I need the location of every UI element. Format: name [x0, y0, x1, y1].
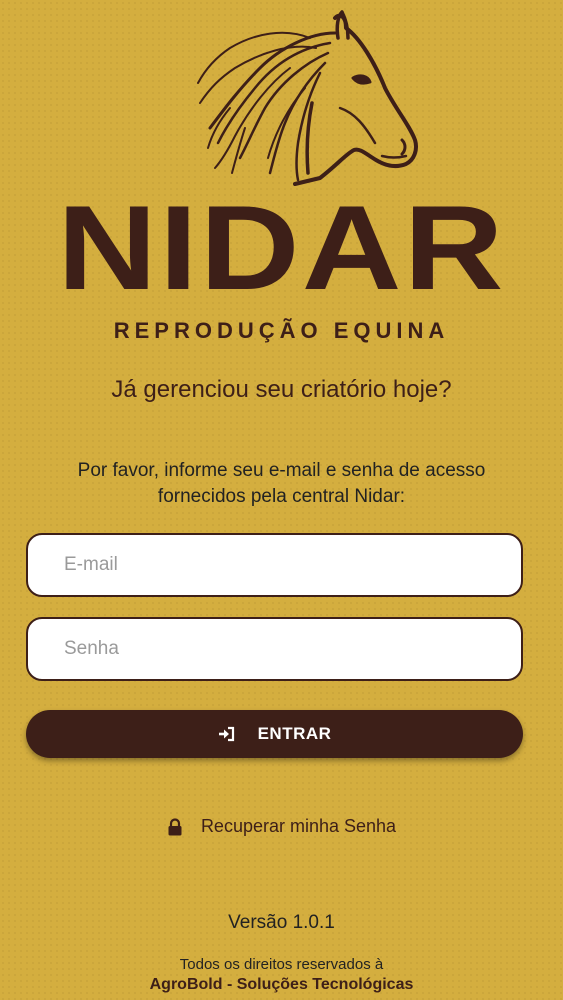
brand-subtitle: REPRODUÇÃO EQUINA — [113, 318, 450, 343]
login-button-label: ENTRAR — [257, 724, 332, 743]
app-version: Versão 1.0.1 — [228, 912, 335, 933]
login-button[interactable]: ENTRAR — [26, 710, 523, 758]
recover-password-label: Recuperar minha Senha — [200, 816, 397, 836]
company-name: AgroBold - Soluções Tecnológicas — [149, 976, 414, 993]
sign-in-icon — [218, 725, 236, 743]
page-headline: Já gerenciou seu criatório hoje? — [111, 376, 452, 403]
rights-text: Todos os direitos reservados à — [179, 956, 384, 973]
login-instructions: Por favor, informe seu e-mail e senha de… — [77, 460, 486, 507]
lock-icon — [167, 817, 183, 836]
email-field[interactable] — [26, 533, 523, 597]
recover-password-link[interactable]: Recuperar minha Senha — [0, 816, 563, 837]
password-field[interactable] — [26, 617, 523, 681]
brand-name: NIDAR — [57, 181, 506, 315]
horse-head-icon — [197, 10, 418, 186]
